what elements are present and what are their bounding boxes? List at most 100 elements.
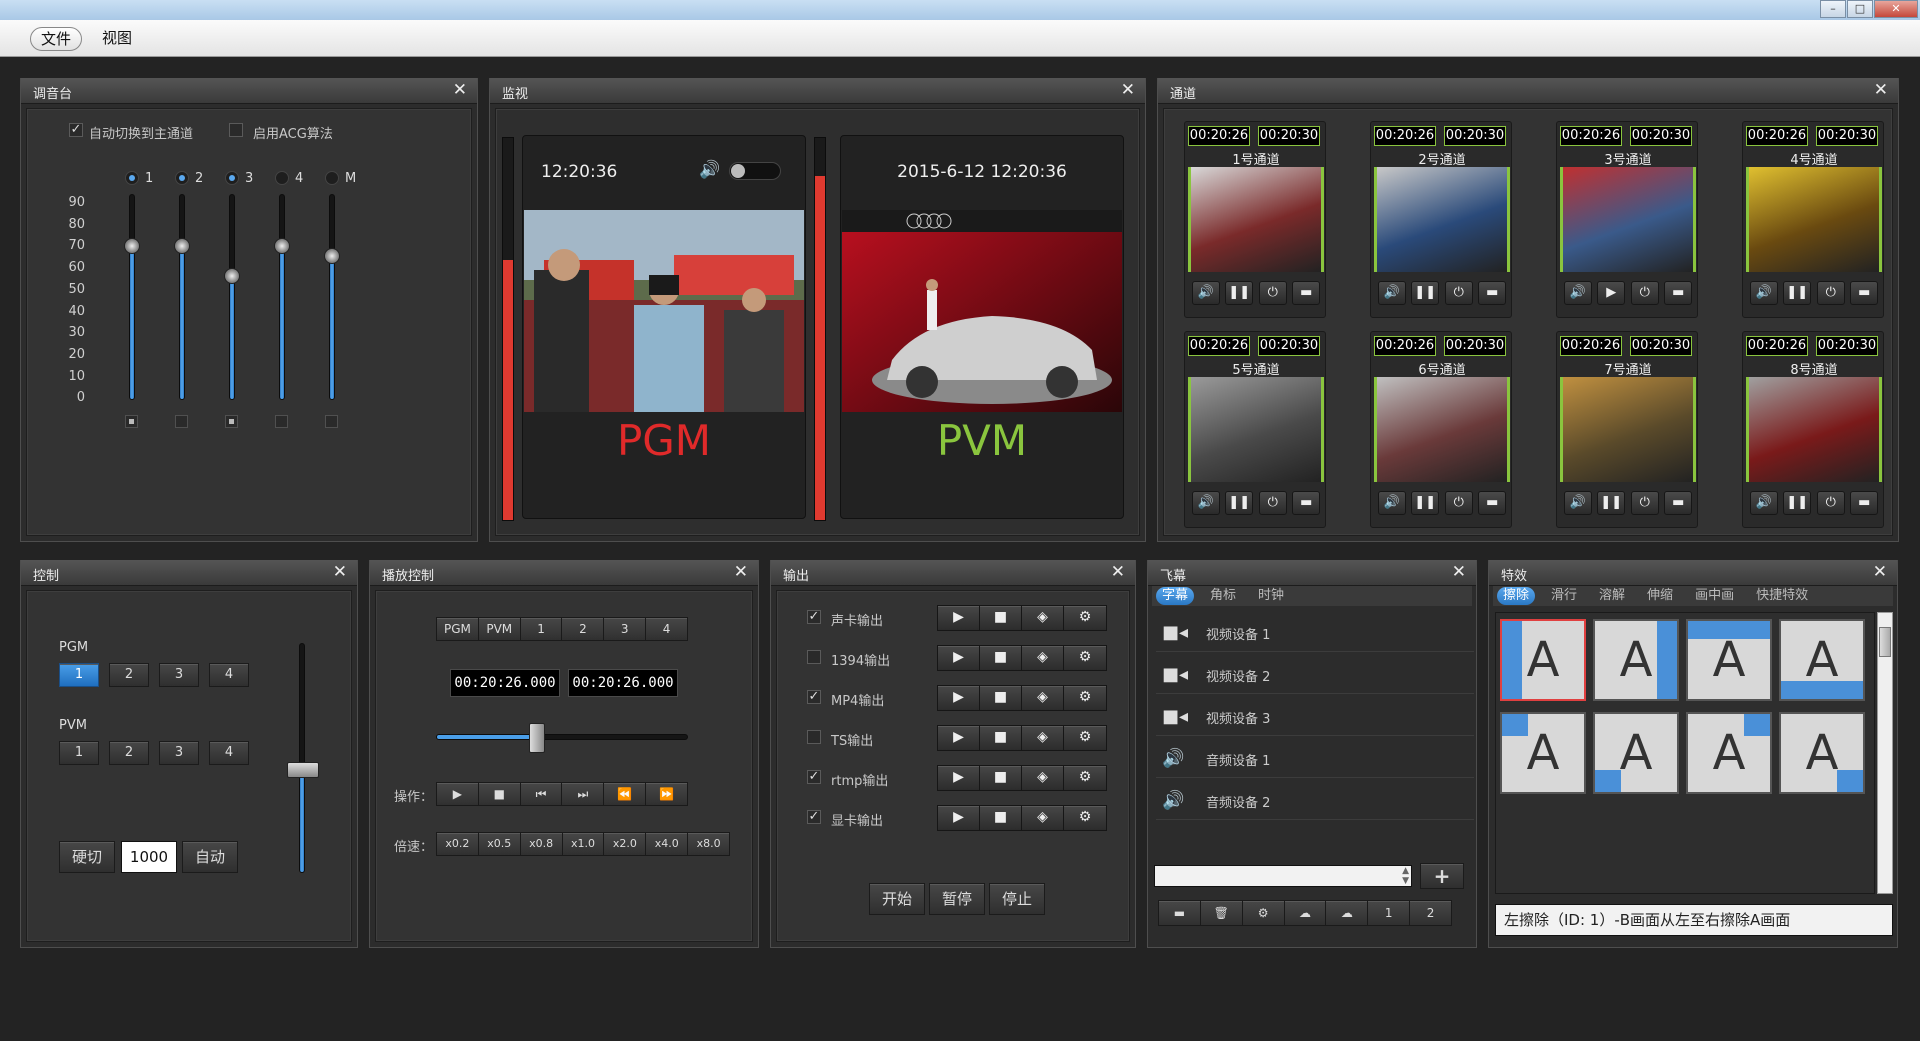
power-icon[interactable]: ⏻ <box>1816 281 1845 305</box>
channel-3-fader-knob[interactable] <box>224 268 240 285</box>
effect-tile-4[interactable]: A <box>1779 619 1865 701</box>
speaker-icon[interactable]: 🔊 <box>1191 491 1220 515</box>
output-0-checkbox[interactable]: ✓ <box>807 610 821 624</box>
effect-tile-2[interactable]: A <box>1593 619 1679 701</box>
gear-icon[interactable]: ⚙ <box>1242 901 1285 925</box>
playback-source-PGM[interactable]: PGM <box>437 618 479 640</box>
effects-scroll-thumb[interactable] <box>1879 627 1891 657</box>
gear-icon[interactable]: ⚙ <box>1064 726 1106 750</box>
channel-8-cell[interactable]: 00:20:26 00:20:30 8号通道 🔊 ❚❚ ⏻ ▬ <box>1742 331 1884 528</box>
hard-cut-button[interactable]: 硬切 <box>59 841 115 873</box>
play-icon[interactable]: ▶ <box>938 646 980 670</box>
playback-source-3[interactable]: 3 <box>604 618 647 640</box>
play-icon[interactable]: ▶ <box>938 726 980 750</box>
gear-icon[interactable]: ⚙ <box>1064 806 1106 830</box>
effects-close-button[interactable]: ✕ <box>1873 562 1887 582</box>
stop-icon[interactable]: ■ <box>980 766 1022 790</box>
channel-1-fader-knob[interactable] <box>124 237 140 254</box>
channel-1-fader-track[interactable] <box>129 194 135 400</box>
device-item-0[interactable]: ■◂ 视频设备 1 <box>1156 612 1474 652</box>
channel-4-fader-track[interactable] <box>279 194 285 400</box>
speed-x8.0[interactable]: x8.0 <box>688 833 730 855</box>
diamond-icon[interactable]: ◈ <box>1022 606 1064 630</box>
speaker-icon[interactable]: 🔊 <box>1191 281 1220 305</box>
maximize-button[interactable]: □ <box>1847 0 1873 18</box>
auto-switch-checkbox[interactable]: ✓ <box>69 123 83 137</box>
channel-5-cell[interactable]: 00:20:26 00:20:30 5号通道 🔊 ❚❚ ⏻ ▬ <box>1184 331 1326 528</box>
pause-icon[interactable]: ❚❚ <box>1225 491 1254 515</box>
diamond-icon[interactable]: ◈ <box>1022 766 1064 790</box>
diamond-icon[interactable]: ◈ <box>1022 726 1064 750</box>
pgm-source-2-button[interactable]: 2 <box>109 663 149 687</box>
speed-x0.8[interactable]: x0.8 <box>520 833 563 855</box>
playback-scrub-handle[interactable] <box>528 723 545 753</box>
output-start-button[interactable]: 开始 <box>869 883 925 915</box>
pvm-source-1-button[interactable]: 1 <box>59 741 99 765</box>
tbar-track[interactable] <box>299 643 305 873</box>
play-icon[interactable]: ▶ <box>938 806 980 830</box>
channel-4-fader-knob[interactable] <box>274 237 290 254</box>
output-4-checkbox[interactable]: ✓ <box>807 770 821 784</box>
effects-scrollbar[interactable] <box>1877 612 1893 894</box>
playback-source-2[interactable]: 2 <box>562 618 605 640</box>
channel-2-fader-knob[interactable] <box>174 237 190 254</box>
effect-tile-6[interactable]: A <box>1593 712 1679 794</box>
channel-4-cell[interactable]: 00:20:26 00:20:30 4号通道 🔊 ❚❚ ⏻ ▬ <box>1742 121 1884 318</box>
folder-icon[interactable]: ▬ <box>1159 901 1201 925</box>
power-icon[interactable]: ⏻ <box>1444 491 1473 515</box>
channel-M-fader-knob[interactable] <box>324 247 340 264</box>
channels-close-button[interactable]: ✕ <box>1874 80 1888 100</box>
step-back-icon[interactable]: ⏪ <box>604 783 647 805</box>
effect-tile-3[interactable]: A <box>1686 619 1772 701</box>
folder-icon[interactable]: ▬ <box>1850 281 1879 305</box>
monitor-close-button[interactable]: ✕ <box>1121 80 1135 100</box>
channel-M-radio[interactable] <box>325 171 339 185</box>
folder-icon[interactable]: ▬ <box>1478 491 1507 515</box>
channel-4-radio[interactable] <box>275 171 289 185</box>
channel-7-cell[interactable]: 00:20:26 00:20:30 7号通道 🔊 ❚❚ ⏻ ▬ <box>1556 331 1698 528</box>
output-5-checkbox[interactable]: ✓ <box>807 810 821 824</box>
output-stop-button[interactable]: 停止 <box>989 883 1045 915</box>
gear-icon[interactable]: ⚙ <box>1064 686 1106 710</box>
menu-file[interactable]: 文件 <box>30 27 83 51</box>
speed-x4.0[interactable]: x4.0 <box>646 833 689 855</box>
effects-tab-0[interactable]: 擦除 <box>1497 587 1536 605</box>
pause-icon[interactable]: ❚❚ <box>1411 281 1440 305</box>
device-item-4[interactable]: 🔊 音频设备 2 <box>1156 780 1474 820</box>
pause-icon[interactable]: ❚❚ <box>1225 281 1254 305</box>
effect-tile-5[interactable]: A <box>1500 712 1586 794</box>
effect-tile-1[interactable]: A <box>1500 619 1586 701</box>
stop-icon[interactable]: ■ <box>980 806 1022 830</box>
gear-icon[interactable]: ⚙ <box>1064 646 1106 670</box>
device-item-1[interactable]: ■◂ 视频设备 2 <box>1156 654 1474 694</box>
device-item-2[interactable]: ■◂ 视频设备 3 <box>1156 696 1474 736</box>
stop-icon[interactable]: ■ <box>980 646 1022 670</box>
folder-icon[interactable]: ▬ <box>1664 281 1693 305</box>
playback-close-button[interactable]: ✕ <box>734 562 748 582</box>
playback-source-1[interactable]: 1 <box>520 618 563 640</box>
power-icon[interactable]: ⏻ <box>1630 491 1659 515</box>
effects-tab-2[interactable]: 溶解 <box>1593 587 1631 605</box>
pause-icon[interactable]: ❚❚ <box>1783 281 1812 305</box>
speaker-icon[interactable]: 🔊 <box>1749 491 1778 515</box>
speed-x2.0[interactable]: x2.0 <box>604 833 647 855</box>
channel-3-radio[interactable] <box>225 171 239 185</box>
caption-page-1[interactable]: 1 <box>1368 901 1411 925</box>
volume-toggle[interactable] <box>729 162 781 180</box>
play-icon[interactable]: ▶ <box>938 606 980 630</box>
pause-icon[interactable]: ❚❚ <box>1597 491 1626 515</box>
power-icon[interactable]: ⏻ <box>1258 491 1287 515</box>
speaker-icon[interactable]: 🔊 <box>1377 491 1406 515</box>
stop-icon[interactable]: ■ <box>980 606 1022 630</box>
menu-view[interactable]: 视图 <box>92 27 142 51</box>
folder-icon[interactable]: ▬ <box>1292 491 1321 515</box>
speed-x1.0[interactable]: x1.0 <box>562 833 605 855</box>
play-icon[interactable]: ▶ <box>437 783 479 805</box>
caption-add-button[interactable]: + <box>1420 863 1464 889</box>
channel-3-mute[interactable] <box>225 415 238 428</box>
playback-source-PVM[interactable]: PVM <box>478 618 521 640</box>
pause-icon[interactable]: ❚❚ <box>1411 491 1440 515</box>
effect-tile-8[interactable]: A <box>1779 712 1865 794</box>
folder-icon[interactable]: ▬ <box>1850 491 1879 515</box>
play-icon[interactable]: ▶ <box>938 686 980 710</box>
